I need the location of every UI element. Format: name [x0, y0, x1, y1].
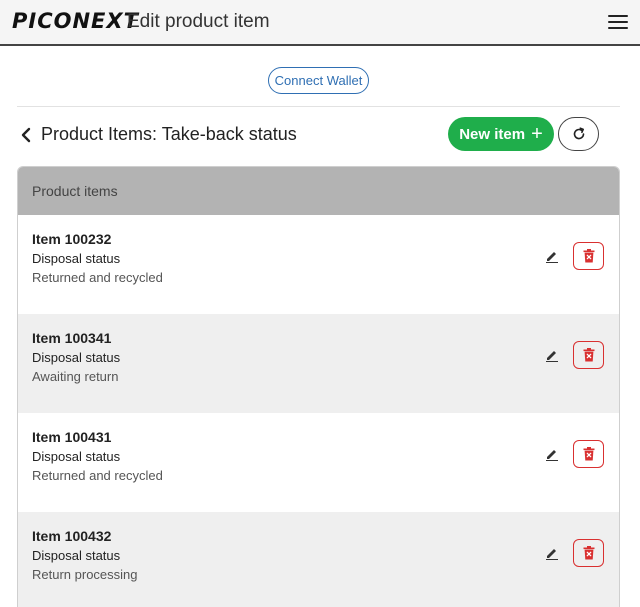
new-item-label: New item [459, 125, 526, 143]
panel-header: Product items [18, 167, 619, 215]
item-field-label: Disposal status [32, 350, 121, 365]
item-field-label: Disposal status [32, 548, 121, 563]
item-name: Item 100431 [32, 429, 112, 445]
pencil-icon[interactable] [545, 546, 559, 560]
list-item: Item 100432 Disposal status Return proce… [18, 512, 619, 607]
delete-button[interactable] [573, 539, 604, 567]
refresh-icon [573, 127, 584, 140]
divider [17, 106, 620, 107]
pencil-icon[interactable] [545, 249, 559, 263]
list-item: Item 100232 Disposal status Returned and… [18, 215, 619, 314]
delete-button[interactable] [573, 242, 604, 270]
item-field-label: Disposal status [32, 449, 121, 464]
piconext-logo[interactable]: PICONEXT [12, 9, 139, 33]
item-field-label: Disposal status [32, 251, 121, 266]
trash-icon [583, 249, 594, 263]
trash-icon [583, 546, 594, 560]
item-name: Item 100232 [32, 231, 112, 247]
hamburger-menu-icon[interactable] [608, 15, 628, 31]
item-status: Return processing [32, 567, 138, 582]
top-bar: PICONEXT Edit product item [0, 0, 640, 46]
chevron-left-icon[interactable] [20, 127, 32, 143]
item-status: Awaiting return [32, 369, 119, 384]
app-title: Edit product item [127, 11, 270, 32]
new-item-button[interactable]: New item + [448, 117, 554, 151]
delete-button[interactable] [573, 341, 604, 369]
delete-button[interactable] [573, 440, 604, 468]
item-name: Item 100341 [32, 330, 112, 346]
pencil-icon[interactable] [545, 348, 559, 362]
page-title: Product Items: Take-back status [41, 124, 297, 144]
item-status: Returned and recycled [32, 270, 163, 285]
item-name: Item 100432 [32, 528, 112, 544]
trash-icon [583, 348, 594, 362]
pencil-icon[interactable] [545, 447, 559, 461]
plus-icon: + [531, 123, 543, 145]
item-status: Returned and recycled [32, 468, 163, 483]
trash-icon [583, 447, 594, 461]
connect-wallet-button[interactable]: Connect Wallet [268, 67, 369, 94]
product-items-panel: Product items Item 100232 Disposal statu… [17, 166, 620, 607]
refresh-button[interactable] [558, 117, 599, 151]
list-item: Item 100431 Disposal status Returned and… [18, 413, 619, 512]
list-item: Item 100341 Disposal status Awaiting ret… [18, 314, 619, 413]
